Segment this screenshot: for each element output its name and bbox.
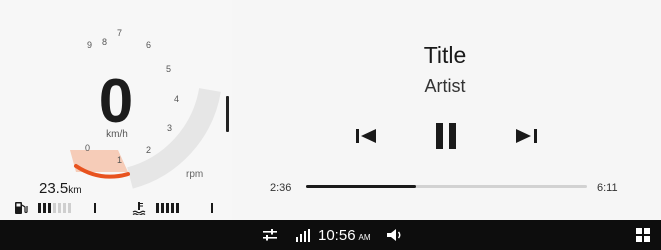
rpm-tick-9: 9 (87, 40, 93, 50)
instrument-cluster: 0 1 2 3 4 5 6 7 8 9 0 km/h rpm 23.5km (0, 0, 232, 220)
track-title: Title (423, 42, 467, 68)
next-track-button[interactable] (512, 121, 540, 151)
fuel-bar-segment (38, 203, 41, 213)
rpm-unit: rpm (186, 169, 204, 180)
track-artist: Artist (424, 76, 466, 96)
clock-ampm: AM (358, 232, 371, 242)
gauge-bars (10, 201, 225, 215)
fuel-bar-segment (68, 203, 71, 213)
pause-button[interactable] (432, 121, 460, 151)
temp-bar-segment (156, 203, 159, 213)
coolant-temp-bars (156, 203, 179, 213)
clock-time: 10:56 (318, 226, 356, 244)
odometer-value: 23.5 (39, 180, 69, 197)
fuel-bar-segment (63, 203, 66, 213)
track-duration: 6:11 (597, 182, 618, 194)
clock: 10:56 AM (318, 220, 371, 250)
fuel-pump-icon (15, 202, 28, 214)
rpm-gauge: 0 1 2 3 4 5 6 7 8 9 0 km/h rpm (0, 0, 232, 200)
playback-progress-bar[interactable] (306, 185, 587, 188)
status-bar: 10:56 AM (0, 220, 661, 250)
rpm-tick-1: 1 (117, 155, 123, 165)
rpm-tick-4: 4 (174, 94, 180, 104)
elapsed-time: 2:36 (270, 182, 292, 194)
odometer: 23.5km (39, 180, 82, 197)
equalizer-icon[interactable] (262, 228, 278, 242)
temp-bar-segment (171, 203, 174, 213)
playback-progress-fill (306, 185, 416, 188)
volume-icon[interactable] (386, 228, 404, 242)
signal-icon (296, 229, 310, 242)
rpm-tick-7: 7 (117, 28, 123, 38)
fuel-level-bars (38, 203, 71, 213)
rpm-tick-2: 2 (146, 145, 152, 155)
rpm-tick-5: 5 (166, 64, 172, 74)
speed-unit: km/h (106, 129, 128, 140)
temp-bar-segment (166, 203, 169, 213)
skip-forward-icon (516, 129, 531, 143)
speed-readout: 0 (98, 67, 134, 136)
fuel-bar-segment (53, 203, 56, 213)
display-screen: 0 1 2 3 4 5 6 7 8 9 0 km/h rpm 23.5km Ti… (0, 0, 661, 220)
fuel-bar-segment (58, 203, 61, 213)
fuel-bar-segment (43, 203, 46, 213)
coolant-temp-icon (132, 202, 146, 215)
apps-grid-icon[interactable] (636, 228, 650, 242)
temp-bar-segment (176, 203, 179, 213)
rpm-tick-8: 8 (102, 37, 108, 47)
rpm-tick-3: 3 (167, 123, 173, 133)
temp-bar-end (211, 203, 213, 213)
odometer-unit: km (68, 185, 82, 196)
skip-back-icon (356, 129, 359, 143)
panel-divider (226, 96, 229, 132)
rpm-tick-0: 0 (85, 143, 91, 153)
fuel-bar-end (94, 203, 96, 213)
rpm-tick-6: 6 (146, 40, 152, 50)
pause-icon (436, 123, 443, 149)
previous-track-button[interactable] (352, 121, 380, 151)
temp-bar-segment (161, 203, 164, 213)
fuel-bar-segment (48, 203, 51, 213)
